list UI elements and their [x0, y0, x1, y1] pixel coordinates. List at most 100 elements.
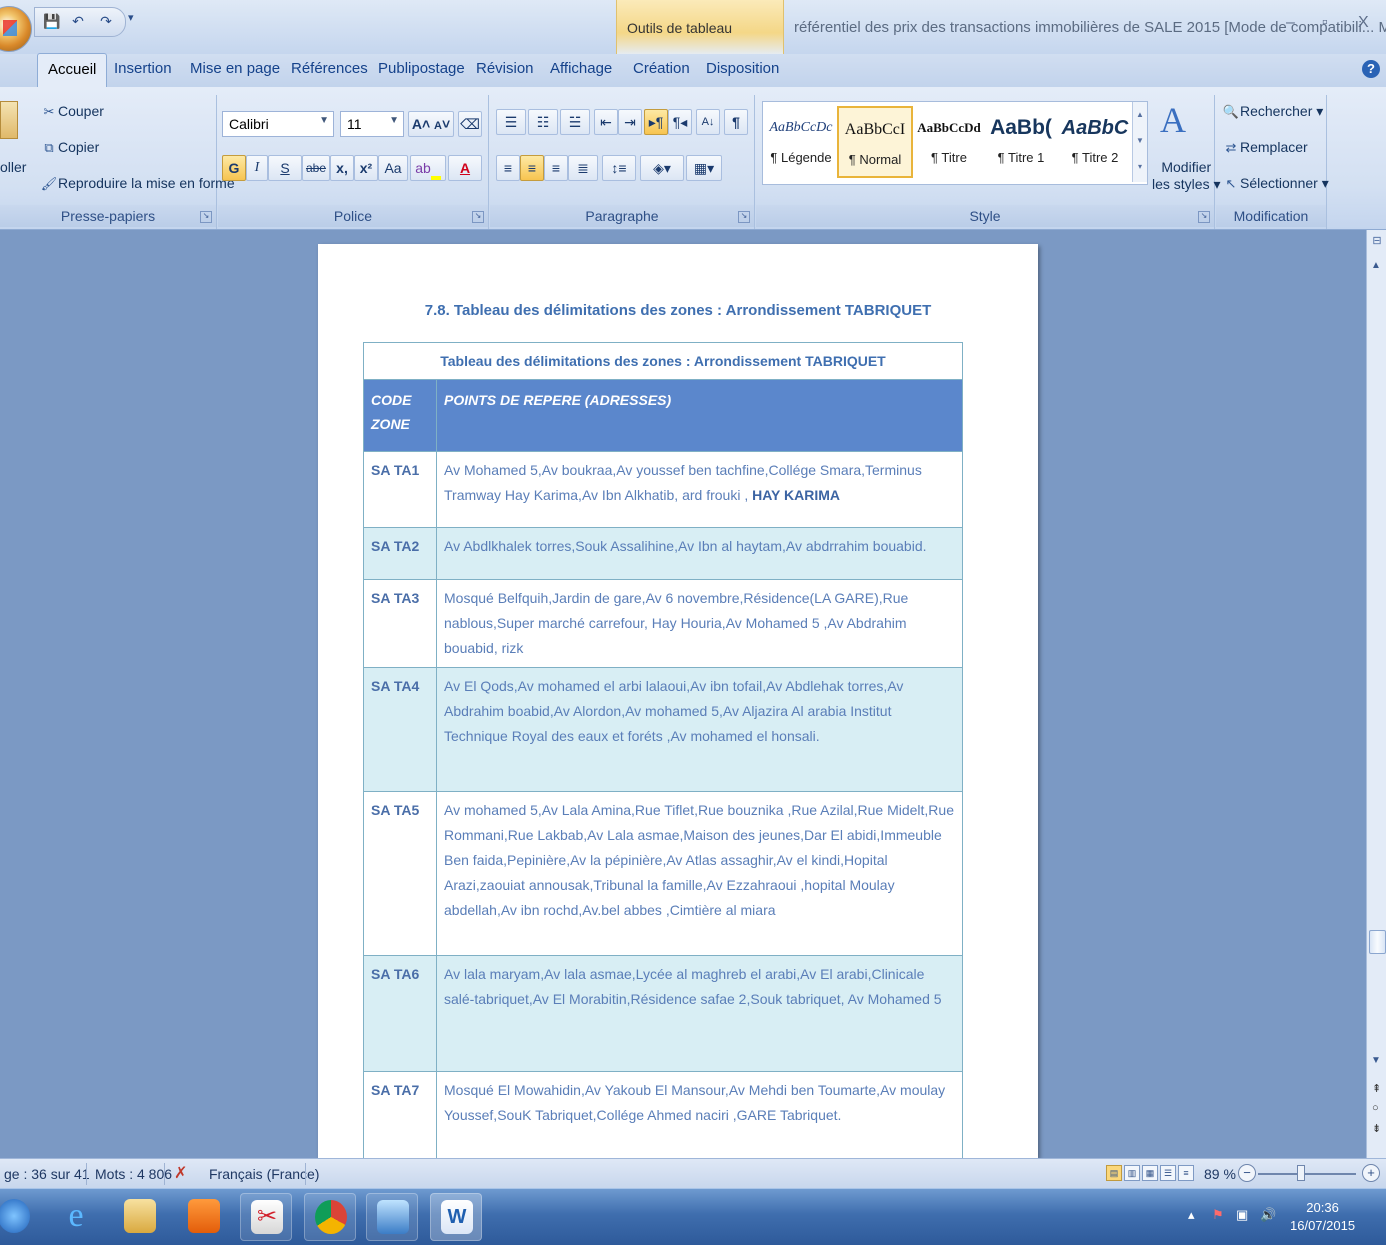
page-count[interactable]: ge : 36 sur 41 [4, 1166, 90, 1182]
align-right-icon[interactable]: ≡ [544, 155, 568, 181]
italic-button[interactable]: I [246, 155, 268, 181]
start-button[interactable] [0, 1193, 38, 1241]
font-size-box[interactable]: 11 ▼ [340, 111, 404, 137]
borders-icon[interactable]: ▦▾ [686, 155, 722, 181]
underline-button[interactable]: S [268, 155, 302, 181]
shading-icon[interactable]: ◈▾ [640, 155, 684, 181]
rtl-direction-icon[interactable]: ¶◂ [668, 109, 692, 135]
zone-addresses[interactable]: Av Mohamed 5,Av boukraa,Av youssef ben t… [436, 451, 963, 528]
taskbar-word[interactable]: W [430, 1193, 482, 1241]
clear-format-icon[interactable]: ⌫ [458, 111, 482, 137]
network-icon[interactable]: ▣ [1236, 1207, 1248, 1223]
zone-code[interactable]: SA TA6 [363, 955, 437, 1072]
outline-icon[interactable]: ☰ [1160, 1165, 1176, 1181]
style-titre[interactable]: AaBbCcDd ¶ Titre [913, 106, 985, 178]
superscript-button[interactable]: x² [354, 155, 378, 181]
zoom-slider-thumb[interactable] [1297, 1165, 1305, 1181]
word-count[interactable]: Mots : 4 806 [95, 1166, 172, 1182]
find-button[interactable]: 🔍Rechercher ▾ [1222, 103, 1323, 121]
bold-button[interactable]: G [222, 155, 246, 181]
format-painter-button[interactable]: 🖌Reproduire la mise en forme [40, 175, 235, 193]
justify-icon[interactable]: ≣ [568, 155, 598, 181]
paste-button[interactable]: oller [0, 159, 26, 175]
modify-styles-button[interactable]: Modifier les styles ▾ [1152, 159, 1221, 193]
volume-icon[interactable]: 🔊 [1260, 1207, 1276, 1223]
paragraph-launcher-icon[interactable]: ↘ [738, 211, 750, 223]
table-caption[interactable]: Tableau des délimitations des zones : Ar… [363, 342, 963, 380]
help-icon[interactable]: ? [1362, 60, 1380, 78]
taskbar-chrome[interactable] [304, 1193, 356, 1241]
show-marks-button[interactable]: ¶ [724, 109, 748, 135]
zoom-slider[interactable] [1258, 1173, 1356, 1175]
styles-launcher-icon[interactable]: ↘ [1198, 211, 1210, 223]
tab-affichage[interactable]: Affichage [550, 60, 612, 77]
decrease-indent-icon[interactable]: ⇤ [594, 109, 618, 135]
minimize-button[interactable]: – [1286, 14, 1295, 32]
zone-addresses[interactable]: Av lala maryam,Av lala asmae,Lycée al ma… [436, 955, 963, 1072]
style-titre-1[interactable]: AaBb( ¶ Titre 1 [985, 106, 1057, 178]
close-button[interactable]: X [1358, 14, 1369, 32]
bullets-icon[interactable]: ☰ [496, 109, 526, 135]
zoom-in-icon[interactable]: + [1362, 1164, 1380, 1182]
paste-icon[interactable] [0, 101, 18, 139]
ltr-direction-icon[interactable]: ▸¶ [644, 109, 668, 135]
tab-revision[interactable]: Révision [476, 60, 534, 77]
numbering-icon[interactable]: ☷ [528, 109, 558, 135]
header-points-repere[interactable]: POINTS DE REPERE (ADRESSES) [436, 379, 963, 452]
taskbar-media[interactable] [178, 1193, 230, 1241]
copy-button[interactable]: ⧉ Copier [40, 139, 99, 157]
replace-button[interactable]: ⇄ Remplacer [1222, 139, 1308, 157]
line-spacing-icon[interactable]: ↕≡ [602, 155, 636, 181]
vertical-scrollbar[interactable]: ⊟ ▲ ▼ ⇞ ○ ⇟ [1366, 230, 1386, 1158]
ruler-toggle-icon[interactable]: ⊟ [1370, 234, 1384, 248]
scroll-down-icon[interactable]: ▼ [1371, 1055, 1381, 1066]
zoom-out-icon[interactable]: − [1238, 1164, 1256, 1182]
office-button[interactable] [0, 6, 32, 52]
print-layout-icon[interactable]: ▤ [1106, 1165, 1122, 1181]
zone-addresses[interactable]: Mosqué El Mowahidin,Av Yakoub El Mansour… [436, 1071, 963, 1158]
system-clock[interactable]: 20:36 16/07/2015 [1290, 1199, 1355, 1235]
undo-icon[interactable]: ↶ [69, 12, 87, 30]
subscript-button[interactable]: x, [330, 155, 354, 181]
clipboard-launcher-icon[interactable]: ↘ [200, 211, 212, 223]
previous-page-icon[interactable]: ⇞ [1372, 1082, 1381, 1095]
zone-addresses[interactable]: Av El Qods,Av mohamed el arbi lalaoui,Av… [436, 667, 963, 792]
zone-code[interactable]: SA TA3 [363, 579, 437, 668]
header-code-zone[interactable]: CODE ZONE [363, 379, 437, 452]
document-page[interactable]: 7.8. Tableau des délimitations des zones… [318, 244, 1038, 1158]
multilevel-list-icon[interactable]: ☱ [560, 109, 590, 135]
web-layout-icon[interactable]: ▦ [1142, 1165, 1158, 1181]
proofing-icon[interactable]: ✗ [174, 1163, 187, 1183]
next-page-icon[interactable]: ⇟ [1372, 1122, 1381, 1135]
tab-mise-en-page[interactable]: Mise en page [190, 60, 280, 77]
zone-code[interactable]: SA TA4 [363, 667, 437, 792]
font-launcher-icon[interactable]: ↘ [472, 211, 484, 223]
scroll-thumb[interactable] [1369, 930, 1386, 954]
change-case-button[interactable]: Aa [378, 155, 408, 181]
tab-references[interactable]: Références [291, 60, 368, 77]
taskbar-explorer[interactable] [114, 1193, 166, 1241]
tab-insertion[interactable]: Insertion [114, 60, 172, 77]
increase-indent-icon[interactable]: ⇥ [618, 109, 642, 135]
zoom-level[interactable]: 89 % [1204, 1166, 1236, 1182]
cut-button[interactable]: ✂ Couper [40, 103, 104, 121]
tab-publipostage[interactable]: Publipostage [378, 60, 465, 77]
full-screen-reading-icon[interactable]: ▥ [1124, 1165, 1140, 1181]
style-legende[interactable]: AaBbCcDc ¶ Légende [765, 106, 837, 178]
draft-icon[interactable]: ≡ [1178, 1165, 1194, 1181]
zone-code[interactable]: SA TA1 [363, 451, 437, 528]
zone-code[interactable]: SA TA5 [363, 791, 437, 956]
taskbar-snipping[interactable]: ✂ [240, 1193, 292, 1241]
font-name-box[interactable]: Calibri ▼ [222, 111, 334, 137]
align-center-icon[interactable]: ≡ [520, 155, 544, 181]
select-button[interactable]: ↖ Sélectionner ▾ [1222, 175, 1329, 193]
action-center-icon[interactable]: ⚑ [1212, 1207, 1224, 1223]
redo-icon[interactable]: ↷ [97, 12, 115, 30]
strikethrough-button[interactable]: abe [302, 155, 330, 181]
align-left-icon[interactable]: ≡ [496, 155, 520, 181]
save-icon[interactable]: 💾 [43, 12, 61, 30]
tab-creation[interactable]: Création [633, 60, 690, 77]
zone-addresses[interactable]: Av Abdlkhalek torres,Souk Assalihine,Av … [436, 527, 963, 580]
browse-object-icon[interactable]: ○ [1372, 1102, 1379, 1114]
tab-accueil[interactable]: Accueil [37, 53, 108, 87]
